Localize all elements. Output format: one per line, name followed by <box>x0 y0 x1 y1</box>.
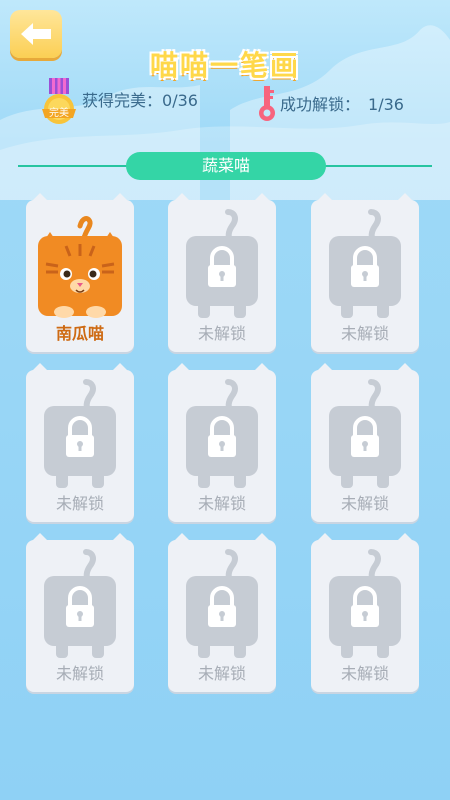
card-ear-left <box>172 193 192 203</box>
locked-cat-silhouette <box>186 209 258 318</box>
level-label: 未解锁 <box>340 664 389 683</box>
card-ear-right <box>252 193 272 203</box>
level-card[interactable]: 未解锁 <box>311 533 419 692</box>
card-ear-left <box>315 363 335 373</box>
key-icon <box>259 86 275 121</box>
level-label: 未解锁 <box>340 494 389 513</box>
level-card[interactable]: 未解锁 <box>26 533 134 692</box>
card-ear-left <box>172 533 192 543</box>
level-card[interactable]: 南瓜喵 <box>26 193 134 352</box>
level-card[interactable]: 未解锁 <box>311 193 419 352</box>
locked-cat-silhouette <box>186 379 258 488</box>
card-ear-right <box>110 363 130 373</box>
card-ear-left <box>30 533 50 543</box>
medal-text: 完美 <box>49 106 69 119</box>
locked-cat-silhouette <box>329 379 401 488</box>
level-card[interactable]: 未解锁 <box>311 363 419 522</box>
unlock-label: 成功解锁： <box>280 95 361 114</box>
level-label: 未解锁 <box>197 664 246 683</box>
level-label: 未解锁 <box>55 664 104 683</box>
locked-cat-silhouette <box>329 549 401 658</box>
card-ear-right <box>395 363 415 373</box>
level-label: 未解锁 <box>197 494 246 513</box>
card-ear-left <box>172 363 192 373</box>
card-ear-left <box>30 193 50 203</box>
card-ear-right <box>252 363 272 373</box>
perfect-value: 0/36 <box>162 91 198 110</box>
locked-cat-silhouette <box>44 379 116 488</box>
level-card[interactable]: 未解锁 <box>26 363 134 522</box>
level-label: 未解锁 <box>340 324 389 343</box>
pumpkin-cat-icon <box>38 216 122 318</box>
card-ear-right <box>395 533 415 543</box>
locked-cat-silhouette <box>44 549 116 658</box>
card-ear-right <box>395 193 415 203</box>
perfect-stat: 获得完美：0/36 <box>82 87 198 111</box>
locked-cat-silhouette <box>186 549 258 658</box>
level-card[interactable]: 未解锁 <box>168 193 276 352</box>
level-label: 未解锁 <box>55 494 104 513</box>
locked-cat-silhouette <box>329 209 401 318</box>
level-card[interactable]: 未解锁 <box>168 363 276 522</box>
card-ear-left <box>315 533 335 543</box>
perfect-label: 获得完美： <box>82 91 163 110</box>
card-ear-left <box>30 363 50 373</box>
card-ear-right <box>110 193 130 203</box>
card-ear-left <box>315 193 335 203</box>
card-ear-right <box>110 533 130 543</box>
level-label: 未解锁 <box>197 324 246 343</box>
level-card[interactable]: 未解锁 <box>168 533 276 692</box>
unlock-value: 1/36 <box>368 95 404 114</box>
stats-bar: 完美 获得完美：0/36 成功解锁： 1/36 <box>0 78 450 128</box>
level-label: 南瓜喵 <box>55 324 104 343</box>
perfect-medal-icon: 完美 <box>42 78 76 124</box>
card-ear-right <box>252 533 272 543</box>
category-label: 蔬菜喵 <box>126 152 326 180</box>
unlock-stat: 成功解锁： 1/36 <box>280 91 404 115</box>
